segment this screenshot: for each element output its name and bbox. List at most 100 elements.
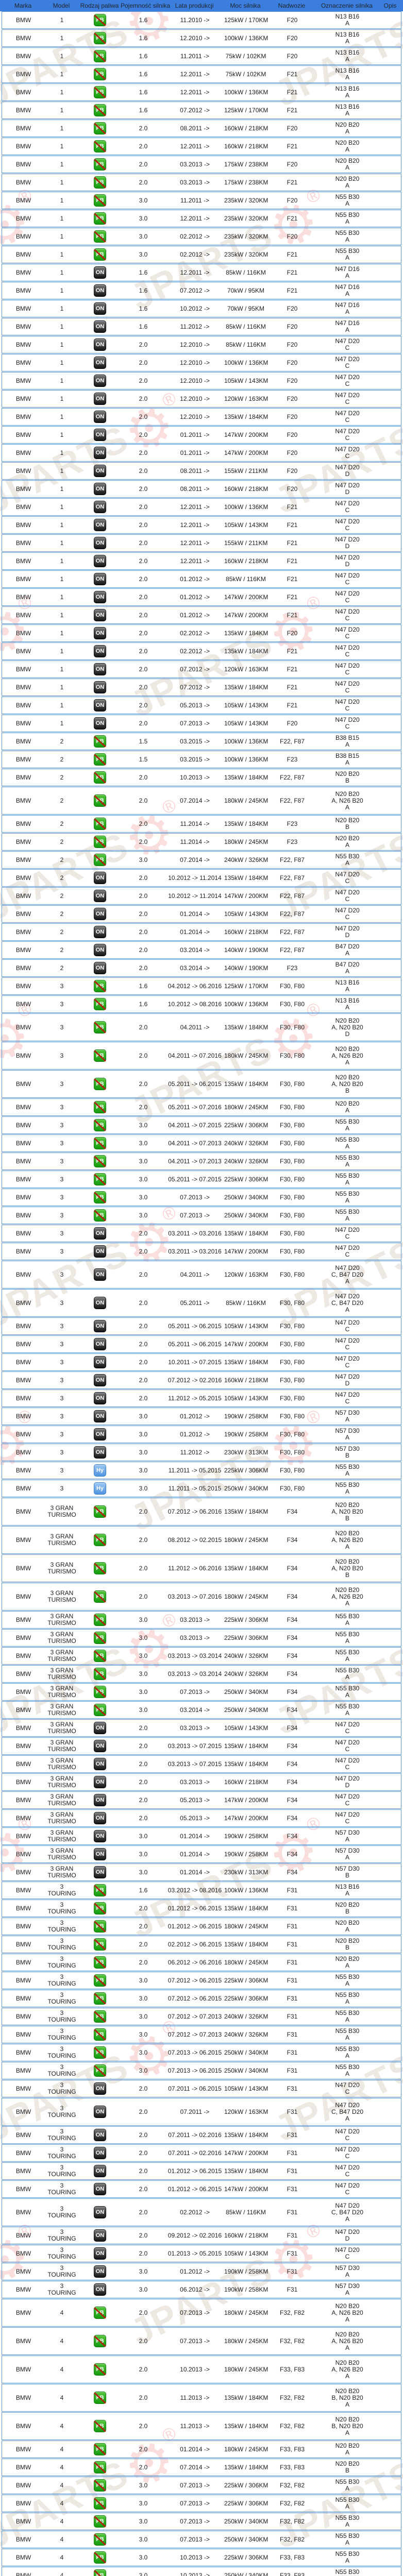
cell-fuel: PB — [79, 2046, 121, 2059]
cell-engine: N47 D20 C — [335, 680, 360, 694]
cell-body: F30, F80 — [279, 1000, 305, 1008]
cell-body: F21 — [287, 521, 298, 529]
cell-marka: BMW — [15, 196, 31, 204]
cell-fuel: ON — [79, 1268, 121, 1281]
cell-marka: BMW — [15, 2422, 31, 2430]
cell-model: 3 TOURING — [47, 2182, 76, 2196]
table-row: BMW 4 PB 3.0 10.2013 -> 225kW / 306KM F3… — [2, 2549, 401, 2566]
cell-model: 3 GRAN TURISMO — [47, 1504, 76, 1518]
cell-fuel: PB — [79, 140, 121, 152]
cell-body: F21 — [287, 88, 298, 96]
cell-model: 3 — [60, 1175, 64, 1183]
cell-marka: BMW — [15, 1448, 31, 1456]
cell-capacity: 2.0 — [139, 557, 148, 565]
cell-capacity: 2.0 — [139, 1564, 148, 1572]
cell-capacity: 3.0 — [139, 196, 148, 204]
fuel-pb-icon: PB — [94, 2533, 106, 2546]
cell-marka: BMW — [15, 1358, 31, 1366]
table-row: BMW 4 PB 3.0 07.2013 -> 225kW / 306KM F3… — [2, 2477, 401, 2494]
cell-model: 1 — [60, 88, 64, 96]
cell-years: 11.2011 -> 05.2015 — [168, 1484, 222, 1492]
cell-engine: N20 B20 A — [335, 121, 360, 135]
cell-marka: BMW — [15, 178, 31, 186]
cell-engine: N55 B30 A — [335, 1973, 360, 1987]
cell-engine: N47 D20 C — [335, 392, 360, 405]
cell-years: 07.2012 -> 06.2015 — [167, 1994, 222, 2002]
cell-power: 160kW / 218KM — [224, 1778, 268, 1786]
cell-model: 3 TOURING — [47, 1883, 76, 1897]
table-row: BMW 4 PB 2.0 11.2013 -> 135kW / 184KM F3… — [2, 2412, 401, 2440]
cell-engine: N20 B20 A — [335, 1100, 360, 1114]
table-row: BMW 3 PB 3.0 04.2011 -> 07.2013 240kW / … — [2, 1134, 401, 1152]
cell-model: 3 TOURING — [47, 2264, 76, 2278]
cell-engine: N47 D20 C — [335, 871, 360, 885]
cell-years: 03.2014 -> — [180, 946, 210, 954]
cell-marka: BMW — [15, 1394, 31, 1402]
cell-body: F30, F80 — [279, 1247, 305, 1255]
cell-engine: N20 B20 A — [335, 1955, 360, 1969]
cell-power: 75kW / 102KM — [225, 70, 266, 78]
cell-capacity: 2.0 — [139, 1023, 148, 1031]
cell-engine: N55 B30 A — [335, 1118, 360, 1132]
cell-marka: BMW — [15, 1940, 31, 1948]
cell-fuel: ON — [79, 1227, 121, 1240]
cell-body: F31 — [287, 2066, 298, 2074]
cell-marka: BMW — [15, 1052, 31, 1059]
cell-model: 1 — [60, 286, 64, 294]
cell-capacity: 2.0 — [139, 467, 148, 474]
table-row: BMW 3 TOURING ON 2.0 07.2011 -> 02.2016 … — [2, 2126, 401, 2144]
cell-power: 100kW / 136KM — [224, 737, 268, 745]
cell-power: 85kW / 116KM — [226, 2208, 266, 2216]
cell-engine: N55 B30 A — [335, 2063, 360, 2077]
cell-years: 04.2011 -> — [180, 1270, 210, 1278]
cell-power: 180kW / 245KM — [224, 1958, 268, 1966]
table-row: BMW 3 ON 2.0 11.2012 -> 05.2015 105kW / … — [2, 1389, 401, 1407]
cell-model: 2 — [60, 964, 64, 972]
cell-years: 03.2013 -> — [180, 1616, 210, 1623]
cell-model: 3 GRAN TURISMO — [47, 1667, 76, 1681]
cell-power: 225kW / 306KM — [224, 1994, 268, 2002]
cell-power: 147kW / 200KM — [224, 1340, 268, 1348]
cell-power: 180kW / 245KM — [224, 2337, 268, 2345]
cell-model: 4 — [60, 2394, 64, 2401]
cell-marka: BMW — [15, 755, 31, 763]
cell-power: 105kW / 143KM — [224, 1394, 268, 1402]
cell-model: 1 — [60, 323, 64, 330]
cell-body: F21 — [287, 142, 298, 150]
cell-capacity: 1.6 — [139, 982, 148, 990]
fuel-pb-icon: PB — [94, 1938, 106, 1951]
fuel-on-icon: ON — [94, 591, 106, 603]
cell-marka: BMW — [15, 2185, 31, 2193]
table-row: BMW 3 ON 2.0 03.2011 -> 03.2016 135kW / … — [2, 1225, 401, 1242]
cell-years: 07.2012 -> 06.2016 — [167, 1507, 222, 1515]
cell-model: 1 — [60, 178, 64, 186]
cell-power: 85kW / 116KM — [226, 575, 266, 583]
cell-engine: N20 B20 B — [335, 770, 360, 784]
cell-fuel: ON — [79, 1428, 121, 1440]
table-row: BMW 3 GRAN TURISMO ON 2.0 03.2013 -> 105… — [2, 1719, 401, 1737]
cell-model: 4 — [60, 2481, 64, 2489]
cell-power: 105kW / 143KM — [224, 521, 268, 529]
cell-model: 3 TOURING — [47, 2027, 76, 2041]
cell-fuel: ON — [79, 1722, 121, 1734]
cell-body: F30, F80 — [279, 1484, 305, 1492]
cell-power: 240kW / 326KM — [224, 1139, 268, 1147]
cell-capacity: 2.0 — [139, 2084, 148, 2092]
cell-engine: N47 D20 C — [335, 1757, 360, 1771]
fuel-on-icon: ON — [94, 1392, 106, 1404]
cell-engine: N20 B20 A — [335, 2442, 360, 2456]
cell-years: 03.2011 -> 03.2016 — [168, 1229, 222, 1237]
cell-fuel: PB — [79, 1956, 121, 1969]
cell-body: F34 — [287, 1507, 298, 1515]
cell-fuel: PB — [79, 980, 121, 992]
table-row: BMW 1 ON 2.0 12.2011 -> 160kW / 218KM F2… — [2, 552, 401, 570]
cell-years: 03.2013 -> — [180, 1634, 210, 1641]
fuel-on-icon: ON — [94, 483, 106, 495]
table-row: BMW 1 PB 1.6 12.2011 -> 100kW / 136KM F2… — [2, 83, 401, 101]
cell-power: 225kW / 306KM — [224, 2481, 268, 2489]
cell-body: F23 — [287, 820, 298, 827]
cell-fuel: ON — [79, 1374, 121, 1386]
cell-body: F31 — [287, 2030, 298, 2038]
cell-body: F21 — [287, 665, 298, 673]
cell-engine: N20 B20 B — [335, 1937, 360, 1951]
